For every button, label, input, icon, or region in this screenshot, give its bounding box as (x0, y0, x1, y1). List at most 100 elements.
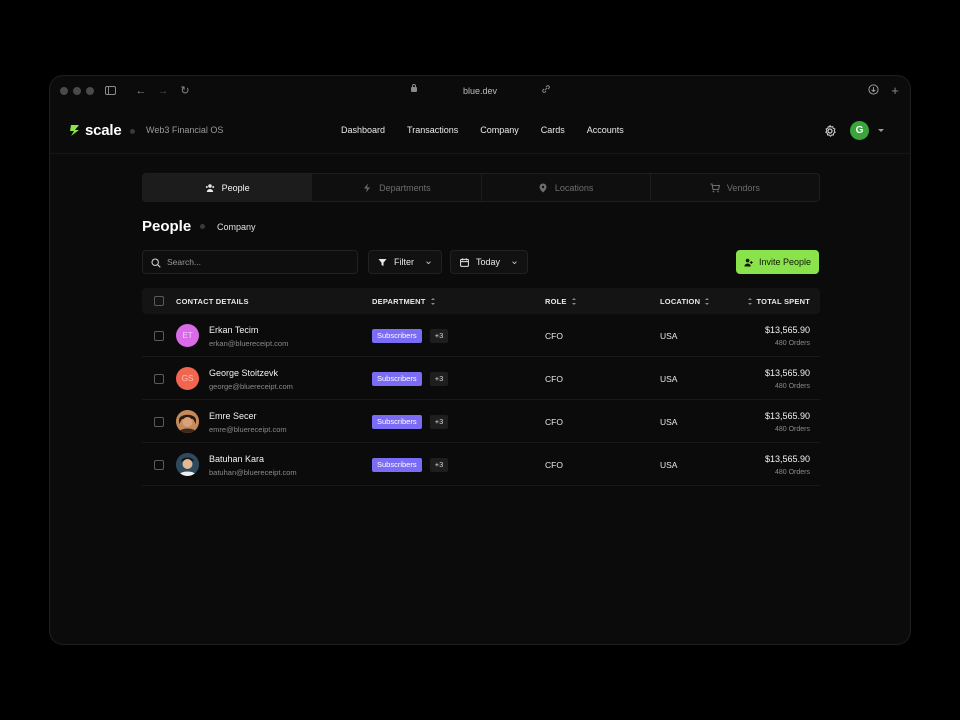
location-cell: USA (660, 374, 678, 384)
tab-vendors[interactable]: Vendors (651, 174, 819, 201)
user-avatar[interactable]: G (850, 121, 869, 140)
contact-email: george@bluereceipt.com (209, 382, 293, 391)
filter-button[interactable]: Filter (368, 250, 442, 274)
nav-accounts[interactable]: Accounts (587, 125, 624, 135)
table-row[interactable]: ET Erkan Tecim erkan@bluereceipt.com Sub… (142, 314, 820, 357)
search-input[interactable] (167, 254, 347, 270)
more-departments-badge[interactable]: +3 (430, 329, 448, 343)
role-cell: CFO (545, 374, 563, 384)
people-table: CONTACT DETAILS DEPARTMENT ROLE LOCATION… (142, 288, 820, 486)
contact-email: emre@bluereceipt.com (209, 425, 287, 434)
row-checkbox[interactable] (154, 374, 164, 384)
main-nav: Dashboard Transactions Company Cards Acc… (341, 125, 646, 135)
more-departments-badge[interactable]: +3 (430, 458, 448, 472)
browser-window: ← → ↻ blue.dev + scale Web3 Financial OS… (49, 75, 911, 645)
nav-company[interactable]: Company (480, 125, 519, 135)
date-range-button[interactable]: Today (450, 250, 529, 274)
more-departments-badge[interactable]: +3 (430, 372, 448, 386)
search-box[interactable] (142, 250, 358, 274)
nav-dashboard[interactable]: Dashboard (341, 125, 385, 135)
sort-icon[interactable] (430, 298, 435, 305)
brand-logo[interactable]: scale (69, 122, 122, 139)
column-label: CONTACT DETAILS (176, 297, 249, 306)
row-checkbox[interactable] (154, 331, 164, 341)
role-cell: CFO (545, 331, 563, 341)
department-tag[interactable]: Subscribers (372, 415, 422, 429)
chevron-down-icon (426, 260, 431, 264)
select-all-checkbox[interactable] (154, 296, 164, 306)
row-checkbox[interactable] (154, 460, 164, 470)
sort-icon[interactable] (705, 298, 710, 305)
new-tab-icon[interactable]: + (888, 84, 902, 98)
column-department[interactable]: DEPARTMENT (372, 297, 435, 306)
section-tabs: People Departments Locations Vendors (142, 173, 820, 202)
avatar (176, 410, 199, 433)
department-tag[interactable]: Subscribers (372, 329, 422, 343)
more-departments-badge[interactable]: +3 (430, 415, 448, 429)
invite-label: Invite People (758, 257, 812, 267)
tab-locations[interactable]: Locations (482, 174, 651, 201)
total-spent: $13,565.90 (764, 411, 810, 421)
table-row[interactable]: GS George Stoitzevk george@bluereceipt.c… (142, 357, 820, 400)
order-count: 480 Orders (774, 383, 810, 390)
date-label: Today (476, 257, 501, 267)
address-bar[interactable]: blue.dev (405, 81, 555, 101)
window-controls[interactable] (60, 87, 94, 95)
page-subtitle[interactable]: Company (217, 222, 256, 232)
chevron-down-icon (512, 260, 517, 264)
column-label: LOCATION (660, 297, 701, 306)
column-location[interactable]: LOCATION (660, 297, 710, 306)
total-spent: $13,565.90 (764, 454, 810, 464)
chevron-down-icon[interactable] (878, 129, 884, 132)
sidebar-toggle-icon[interactable] (105, 86, 116, 95)
download-icon[interactable] (866, 84, 880, 98)
tab-people[interactable]: People (143, 174, 313, 201)
department-tag[interactable]: Subscribers (372, 458, 422, 472)
gear-icon[interactable] (823, 124, 837, 138)
total-spent: $13,565.90 (764, 325, 810, 335)
contact-name: George Stoitzevk (209, 368, 279, 378)
column-label: DEPARTMENT (372, 297, 426, 306)
contact-name: Emre Secer (209, 411, 257, 421)
people-icon (205, 183, 214, 192)
tab-label: People (221, 182, 250, 193)
nav-cards[interactable]: Cards (541, 125, 565, 135)
tab-departments[interactable]: Departments (312, 174, 482, 201)
back-arrow-icon[interactable]: ← (134, 84, 148, 98)
scale-logo-icon (70, 125, 79, 136)
contact-name: Batuhan Kara (209, 454, 265, 464)
link-icon[interactable] (539, 84, 553, 98)
total-spent: $13,565.90 (764, 368, 810, 378)
minimize-dot[interactable] (73, 87, 81, 95)
close-dot[interactable] (60, 87, 68, 95)
row-checkbox[interactable] (154, 417, 164, 427)
tab-label: Locations (554, 182, 594, 193)
sort-icon[interactable] (747, 298, 752, 305)
column-contact-details[interactable]: CONTACT DETAILS (176, 297, 249, 306)
table-row[interactable]: Batuhan Kara batuhan@bluereceipt.com Sub… (142, 443, 820, 486)
add-user-icon (744, 258, 753, 266)
column-total-spent[interactable]: TOTAL SPENT (747, 297, 810, 306)
forward-arrow-icon[interactable]: → (156, 84, 170, 98)
table-row[interactable]: Emre Secer emre@bluereceipt.com Subscrib… (142, 400, 820, 443)
column-role[interactable]: ROLE (545, 297, 576, 306)
reload-icon[interactable]: ↻ (178, 84, 192, 98)
location-cell: USA (660, 460, 678, 470)
contact-email: batuhan@bluereceipt.com (209, 468, 297, 477)
location-cell: USA (660, 331, 678, 341)
app-header: scale Web3 Financial OS Dashboard Transa… (50, 110, 910, 154)
contact-email: erkan@bluereceipt.com (209, 339, 289, 348)
nav-transactions[interactable]: Transactions (407, 125, 458, 135)
avatar (176, 453, 199, 476)
calendar-icon (460, 257, 469, 267)
maximize-dot[interactable] (86, 87, 94, 95)
filter-icon (378, 258, 387, 266)
role-cell: CFO (545, 460, 563, 470)
sort-icon[interactable] (571, 298, 576, 305)
department-tag[interactable]: Subscribers (372, 372, 422, 386)
filter-label: Filter (394, 257, 414, 267)
column-label: ROLE (545, 297, 567, 306)
tab-label: Vendors (726, 182, 760, 193)
invite-people-button[interactable]: Invite People (736, 250, 819, 274)
order-count: 480 Orders (774, 340, 810, 347)
